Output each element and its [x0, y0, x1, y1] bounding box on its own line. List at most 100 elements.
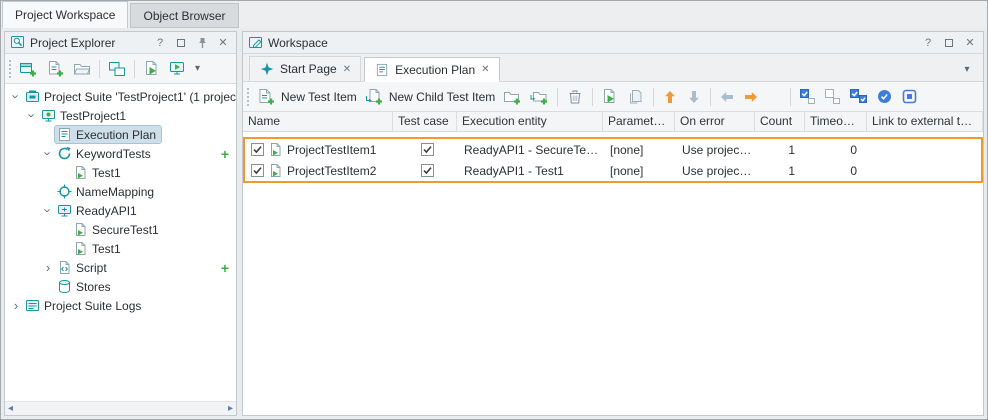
toolbar-grip[interactable]	[8, 59, 13, 79]
tab-list-dropdown[interactable]: ▾	[959, 61, 975, 77]
column-header-parameters[interactable]: Parameters	[603, 112, 675, 131]
tree-item-readyapi1[interactable]: ›ReadyAPI1	[5, 201, 236, 220]
move-up-button[interactable]	[659, 84, 681, 110]
new-child-test-item-button[interactable]: New Child Test Item	[362, 84, 498, 110]
open-project-button[interactable]	[70, 56, 94, 82]
connected-applications-button[interactable]	[105, 56, 129, 82]
column-header-link-to-external-tes[interactable]: Link to external tes...	[867, 112, 983, 131]
name-cell: ProjectTestItem2	[245, 163, 395, 178]
chevron-down-icon[interactable]: ›	[10, 90, 23, 104]
column-header-execution-entity[interactable]: Execution entity	[457, 112, 603, 131]
tree-item-script[interactable]: ›Script+	[5, 258, 236, 277]
chevron-right-icon[interactable]: ›	[41, 261, 55, 274]
test-case-checkbox[interactable]	[421, 164, 434, 177]
tree-item-securetest1[interactable]: SecureTest1	[5, 220, 236, 239]
delete-item-button[interactable]	[563, 84, 587, 110]
maximize-button[interactable]	[941, 35, 957, 51]
table-row[interactable]: ProjectTestItem1ReadyAPI1 - SecureTest1[…	[245, 139, 981, 160]
new-group-button[interactable]	[500, 84, 525, 110]
move-right-button[interactable]	[740, 84, 762, 110]
radio-check-icon	[876, 88, 893, 105]
check-all-button[interactable]	[796, 84, 819, 110]
panel-title: Project Explorer	[30, 36, 147, 50]
help-button[interactable]: ?	[152, 35, 168, 51]
run-project-suite-button[interactable]	[166, 56, 190, 82]
button-label: New Test Item	[281, 90, 357, 104]
column-header-name[interactable]: Name	[243, 112, 393, 131]
tree-item-testproject1[interactable]: › TestProject1	[5, 106, 236, 125]
arrow-left-icon	[719, 89, 735, 105]
column-header-on-error[interactable]: On error	[675, 112, 755, 131]
column-header-test-case[interactable]: Test case	[393, 112, 457, 131]
table-rows-group: ProjectTestItem1ReadyAPI1 - SecureTest1[…	[243, 137, 983, 183]
logs-icon	[25, 298, 40, 313]
tree-item-keywordtests[interactable]: ›KeywordTests+	[5, 144, 236, 163]
scroll-right-icon[interactable]: ▸	[228, 404, 233, 414]
radio-check-button[interactable]	[873, 84, 896, 110]
parameters-cell: [none]	[605, 164, 677, 178]
close-icon[interactable]: ✕	[481, 64, 489, 75]
new-child-test-item-icon	[365, 88, 384, 106]
move-left-button[interactable]	[716, 84, 738, 110]
project-tree: ›Project Suite 'TestProject1' (1 project…	[5, 84, 236, 401]
arrow-right-icon	[743, 89, 759, 105]
tree-item-namemapping[interactable]: NameMapping	[5, 182, 236, 201]
maximize-button[interactable]	[173, 35, 189, 51]
move-down-button[interactable]	[683, 84, 705, 110]
chevron-right-icon[interactable]: ›	[9, 299, 23, 312]
tree-node-body: ReadyAPI1	[55, 202, 142, 219]
tab-object-browser[interactable]: Object Browser	[130, 3, 238, 28]
new-project-suite-button[interactable]	[16, 56, 41, 82]
tree-item-label: TestProject1	[60, 109, 126, 123]
row-enabled-checkbox[interactable]	[251, 143, 264, 156]
tab-project-workspace[interactable]: Project Workspace	[2, 1, 128, 28]
check-children-button[interactable]	[846, 84, 871, 110]
tree-item-test1[interactable]: Test1	[5, 239, 236, 258]
test-case-checkbox[interactable]	[421, 143, 434, 156]
table-row[interactable]: ProjectTestItem2ReadyAPI1 - Test1[none]U…	[245, 160, 981, 181]
trash-icon	[566, 88, 584, 106]
scroll-left-icon[interactable]: ◂	[8, 404, 13, 414]
tree-node-body: NameMapping	[55, 183, 159, 200]
chevron-down-icon[interactable]: ›	[42, 204, 55, 218]
tab-label: Object Browser	[143, 9, 225, 23]
tree-item-label: Test1	[92, 166, 121, 180]
help-button[interactable]: ?	[920, 35, 936, 51]
tree-item-test1[interactable]: Test1	[5, 163, 236, 182]
tree-item-project-suite-testproject1-1-project[interactable]: ›Project Suite 'TestProject1' (1 project…	[5, 87, 236, 106]
tree-node-body: Stores	[55, 278, 116, 295]
test-icon	[73, 165, 88, 180]
close-button[interactable]: ✕	[962, 35, 978, 51]
test-case-cell	[395, 143, 459, 156]
toolbar-grip[interactable]	[246, 87, 251, 107]
horizontal-scrollbar[interactable]: ◂ ▸	[5, 401, 236, 415]
tree-item-project-suite-logs[interactable]: ›Project Suite Logs	[5, 296, 236, 315]
run-selected-button[interactable]	[598, 84, 622, 110]
new-test-item-button[interactable]: New Test Item	[254, 84, 360, 110]
add-item-button[interactable]: +	[221, 147, 229, 161]
close-button[interactable]: ✕	[215, 35, 231, 51]
tree-item-execution-plan[interactable]: Execution Plan	[5, 125, 236, 144]
pin-icon[interactable]	[194, 35, 210, 51]
tree-node-body: TestProject1	[39, 107, 131, 124]
new-child-group-button[interactable]	[527, 84, 552, 110]
view-report-button[interactable]	[624, 84, 648, 110]
new-project-button[interactable]	[43, 56, 68, 82]
chevron-down-icon[interactable]: ›	[42, 147, 55, 161]
row-enabled-checkbox[interactable]	[251, 164, 264, 177]
chevron-down-icon[interactable]: ›	[26, 109, 39, 123]
tab-start-page[interactable]: Start Page ✕	[249, 56, 361, 81]
checkbox-frame-button[interactable]	[898, 84, 921, 110]
close-icon[interactable]: ✕	[343, 64, 351, 75]
toolbar-dropdown-button[interactable]: ▾	[192, 56, 203, 82]
column-header-count[interactable]: Count	[755, 112, 805, 131]
add-item-button[interactable]: +	[221, 261, 229, 275]
tree-item-stores[interactable]: Stores	[5, 277, 236, 296]
new-project-suite-icon	[19, 60, 38, 78]
tab-execution-plan[interactable]: Execution Plan ✕	[364, 57, 499, 82]
column-header-timeout[interactable]: Timeout, ...	[805, 112, 867, 131]
execution-plan-table: NameTest caseExecution entityParametersO…	[243, 112, 983, 415]
workspace-icon	[248, 35, 263, 50]
uncheck-all-button[interactable]	[821, 84, 844, 110]
run-test-button[interactable]	[140, 56, 164, 82]
